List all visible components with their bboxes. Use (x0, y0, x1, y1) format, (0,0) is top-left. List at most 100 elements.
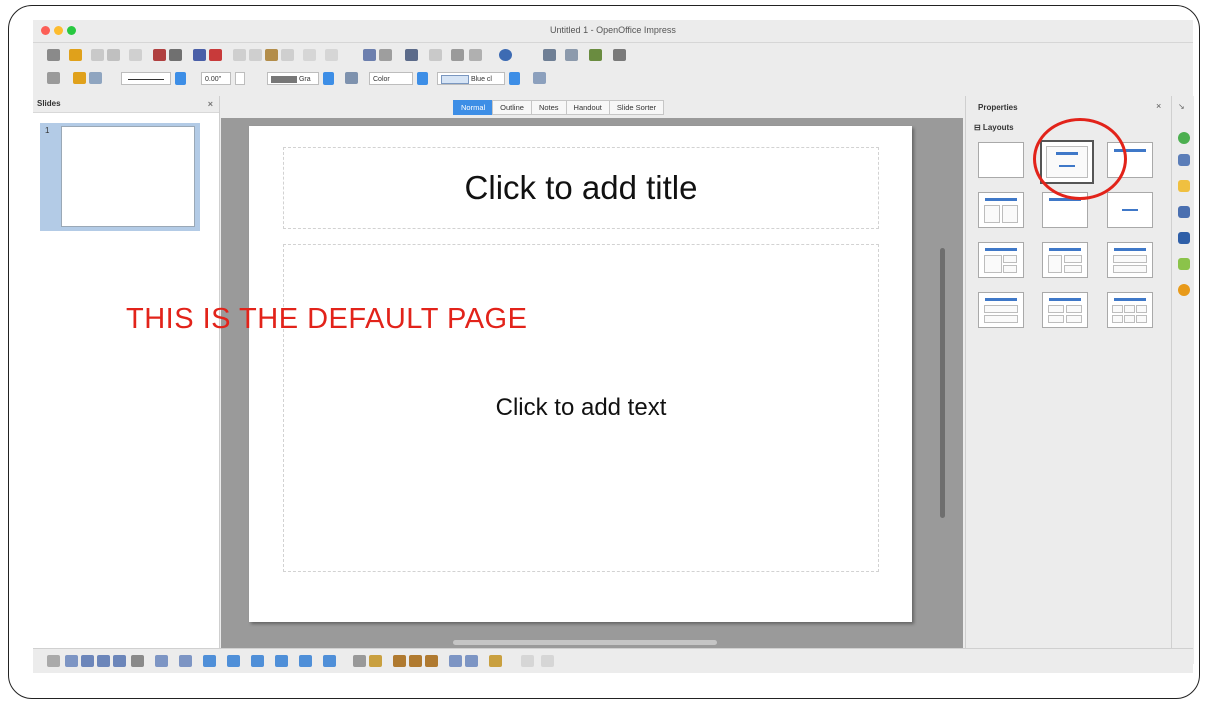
slide-layout-icon[interactable] (543, 49, 556, 61)
line-width-field[interactable]: 0.00" (201, 72, 231, 85)
connector-tool-icon[interactable] (179, 655, 192, 667)
area-fill-select[interactable]: Blue cl (437, 72, 505, 85)
save-icon[interactable] (91, 49, 104, 61)
paste-icon[interactable] (265, 49, 278, 61)
layout-bar (1114, 298, 1146, 301)
arrange-icon[interactable] (489, 655, 502, 667)
flowchart-icon[interactable] (275, 655, 288, 667)
layout-title-two-rows[interactable] (978, 292, 1024, 328)
slide-design-icon[interactable] (565, 49, 578, 61)
stars-icon[interactable] (323, 655, 336, 667)
sidebar-menu-icon[interactable]: ↘ (1178, 102, 1185, 111)
slide-transition-icon[interactable] (1178, 206, 1190, 218)
line-tool-icon[interactable] (65, 655, 78, 667)
line-width-stepper[interactable] (235, 72, 245, 85)
text-tool-icon[interactable] (131, 655, 144, 667)
tab-handout[interactable]: Handout (565, 100, 610, 115)
rotate-icon[interactable] (449, 655, 462, 667)
title-placeholder[interactable]: Click to add title (283, 147, 879, 229)
email-icon[interactable] (107, 49, 120, 61)
arrow-tool-icon[interactable] (81, 655, 94, 667)
horizontal-scrollbar[interactable] (453, 640, 717, 645)
slides-pane-title: Slides (37, 99, 61, 108)
undo-icon[interactable] (303, 49, 316, 61)
table-icon[interactable] (379, 49, 392, 61)
ellipse-tool-icon[interactable] (113, 655, 126, 667)
curve-tool-icon[interactable] (155, 655, 168, 667)
vertical-scrollbar[interactable] (940, 248, 945, 518)
chart-icon[interactable] (363, 49, 376, 61)
from-file-icon[interactable] (409, 655, 422, 667)
tab-normal[interactable]: Normal (453, 100, 494, 115)
shadow-icon[interactable] (533, 72, 546, 84)
layout-title-two-content[interactable] (978, 192, 1024, 228)
tab-slide-sorter[interactable]: Slide Sorter (608, 100, 665, 115)
styles-icon[interactable] (47, 72, 60, 84)
slide-thumbnail[interactable] (61, 126, 195, 227)
layout-content-over-two[interactable] (1107, 242, 1153, 278)
layout-title-four-content[interactable] (1042, 292, 1088, 328)
line-icon[interactable] (73, 72, 86, 84)
area-style-select[interactable]: Color (369, 72, 413, 85)
tab-notes[interactable]: Notes (530, 100, 567, 115)
basic-shapes-icon[interactable] (203, 655, 216, 667)
helplines-icon[interactable] (429, 49, 442, 61)
alignment-icon[interactable] (465, 655, 478, 667)
content-placeholder[interactable]: Click to add text (283, 244, 879, 572)
layout-content-split-right[interactable] (1042, 242, 1088, 278)
gallery-icon[interactable] (1178, 258, 1190, 270)
glue-points-icon[interactable] (369, 655, 382, 667)
slide-canvas: Click to add title Click to add text (249, 126, 912, 622)
line-color-dropdown[interactable] (323, 72, 334, 85)
toolbar-options-icon[interactable] (613, 49, 626, 61)
layout-content-split-left[interactable] (978, 242, 1024, 278)
gallery-tool-icon[interactable] (425, 655, 438, 667)
navigator-icon[interactable] (451, 49, 464, 61)
properties-close-button[interactable]: × (1156, 101, 1161, 111)
open-folder-icon[interactable] (69, 49, 82, 61)
select-icon[interactable] (47, 655, 60, 667)
clone-formatting-icon[interactable] (281, 49, 294, 61)
area-fill-label: Blue cl (470, 76, 492, 83)
symbol-shapes-icon[interactable] (227, 655, 240, 667)
print-icon[interactable] (169, 49, 182, 61)
edit-file-icon[interactable] (129, 49, 142, 61)
export-pdf-icon[interactable] (153, 49, 166, 61)
area-fill-dropdown[interactable] (509, 72, 520, 85)
fontwork-icon[interactable] (393, 655, 406, 667)
navigator-deck-icon[interactable] (1178, 284, 1190, 296)
tab-outline[interactable]: Outline (492, 100, 532, 115)
drawing-options-icon[interactable] (541, 655, 554, 667)
slide-show-icon[interactable] (589, 49, 602, 61)
points-icon[interactable] (353, 655, 366, 667)
master-pages-icon[interactable] (1178, 154, 1190, 166)
new-document-icon[interactable] (47, 49, 60, 61)
layout-blank[interactable] (978, 142, 1024, 178)
line-color-swatch (271, 75, 297, 83)
area-style-dropdown[interactable] (417, 72, 428, 85)
display-grid-icon[interactable] (405, 49, 418, 61)
area-style-icon[interactable] (345, 72, 358, 84)
line-style-dropdown[interactable] (175, 72, 186, 85)
layout-title-six-content[interactable] (1107, 292, 1153, 328)
styles-deck-icon[interactable] (1178, 232, 1190, 244)
extrusion-icon[interactable] (521, 655, 534, 667)
copy-icon[interactable] (249, 49, 262, 61)
line-style-select[interactable] (121, 72, 171, 85)
layouts-section-header[interactable]: ⊟ Layouts (974, 123, 1014, 132)
slides-pane-close-button[interactable]: × (208, 96, 213, 112)
zoom-icon[interactable] (469, 49, 482, 61)
redo-icon[interactable] (325, 49, 338, 61)
rectangle-tool-icon[interactable] (97, 655, 110, 667)
cut-icon[interactable] (233, 49, 246, 61)
layout-title-centered[interactable] (1107, 192, 1153, 228)
block-arrows-icon[interactable] (251, 655, 264, 667)
spellcheck-icon[interactable] (193, 49, 206, 61)
autospellcheck-icon[interactable] (209, 49, 222, 61)
properties-deck-icon[interactable] (1178, 132, 1190, 144)
custom-animation-icon[interactable] (1178, 180, 1190, 192)
help-icon[interactable] (499, 49, 512, 61)
callouts-icon[interactable] (299, 655, 312, 667)
line-color-select[interactable]: Gra (267, 72, 319, 85)
arrow-style-icon[interactable] (89, 72, 102, 84)
